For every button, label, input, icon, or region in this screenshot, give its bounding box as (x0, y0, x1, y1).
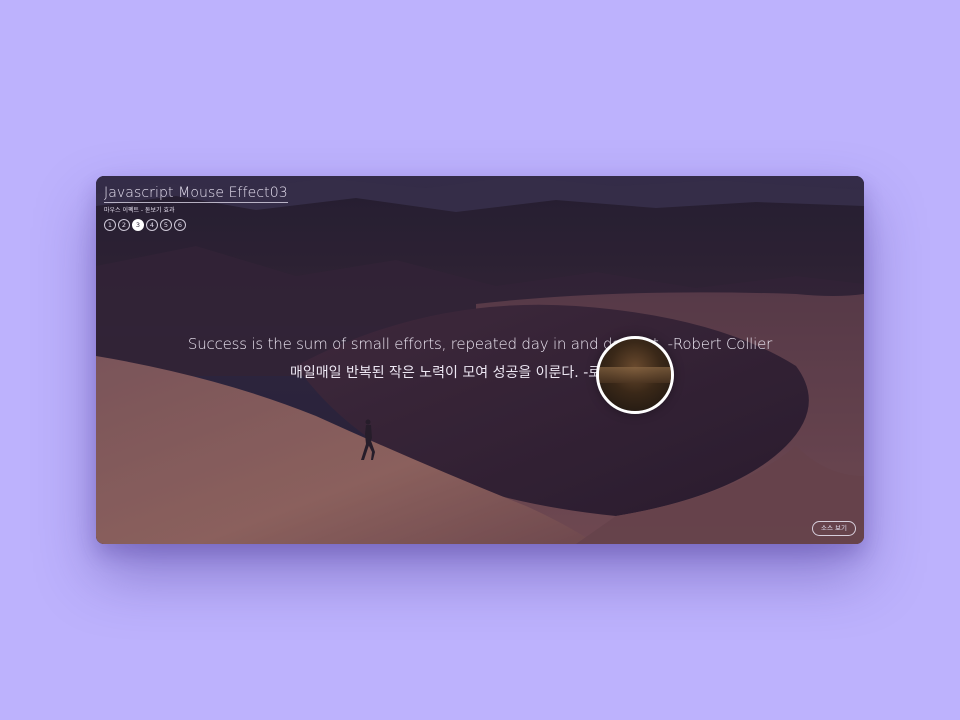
page-button-6[interactable]: 6 (174, 219, 186, 231)
quote-korean: 매일매일 반복된 작은 노력이 모여 성공을 이룬다. -로버트 콜리어 (290, 365, 670, 381)
page-title[interactable]: Javascript Mouse Effect03 (104, 185, 288, 203)
page-button-5[interactable]: 5 (160, 219, 172, 231)
page-button-1[interactable]: 1 (104, 219, 116, 231)
view-source-button[interactable]: 소스 보기 (812, 521, 856, 536)
page-subtitle: 마우스 이펙트 - 돋보기 효과 (104, 207, 175, 214)
page-header: Javascript Mouse Effect03 마우스 이펙트 - 돋보기 … (104, 182, 288, 231)
magnifier-lens (596, 336, 674, 414)
magnified-image (599, 367, 671, 383)
effect-pager: 1 2 3 4 5 6 (104, 219, 288, 231)
page-button-4[interactable]: 4 (146, 219, 158, 231)
effect-card: Javascript Mouse Effect03 마우스 이펙트 - 돋보기 … (96, 176, 864, 544)
page-button-2[interactable]: 2 (118, 219, 130, 231)
page-button-3[interactable]: 3 (132, 219, 144, 231)
quote-english: Success is the sum of small efforts, rep… (187, 335, 773, 353)
quote-block: Success is the sum of small efforts, rep… (96, 334, 864, 383)
